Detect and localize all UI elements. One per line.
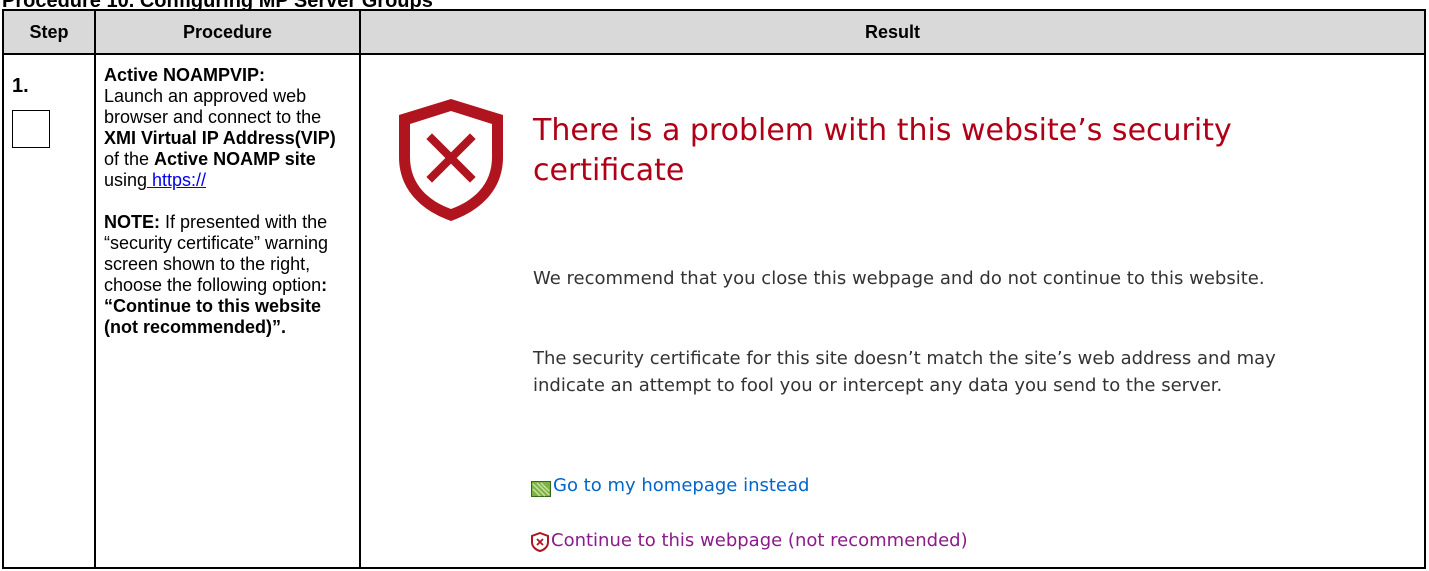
header-result: Result [359, 9, 1426, 55]
shield-x-icon [399, 99, 503, 221]
continue-link[interactable]: Continue to this webpage (not recommende… [531, 530, 968, 552]
step-number: 1. [12, 75, 29, 97]
procedure-cell: Active NOAMPVIP: Launch an approved web … [94, 53, 361, 569]
note-option: “Continue to this website (not recommend… [104, 296, 322, 337]
header-procedure: Procedure [94, 9, 361, 55]
https-link[interactable]: https:// [147, 170, 206, 190]
home-page-icon [531, 481, 551, 497]
procedure-heading: Active NOAMPVIP: [104, 65, 266, 85]
homepage-link-label: Go to my homepage instead [553, 475, 810, 496]
warning-title: There is a problem with this website’s s… [533, 113, 1232, 188]
continue-link-label: Continue to this webpage (not recommende… [551, 530, 968, 551]
result-cell: There is a problem with this website’s s… [359, 53, 1426, 569]
procedure-note: NOTE: If presented with the “security ce… [104, 212, 329, 337]
procedure-instruction: Launch an approved web browser and conne… [104, 86, 336, 190]
step-cell: 1. [2, 53, 96, 569]
table-row: 1. Active NOAMPVIP: Launch an approved w… [2, 53, 1426, 569]
step-checkbox[interactable] [12, 110, 50, 148]
procedure-table: Step Procedure Result 1. Active NOAMPVIP… [2, 9, 1426, 569]
small-shield-x-icon [531, 532, 549, 552]
warning-paragraph-2: The security certificate for this site d… [533, 348, 1276, 396]
header-step: Step [2, 9, 96, 55]
warning-paragraph-1: We recommend that you close this webpage… [533, 268, 1265, 289]
homepage-link[interactable]: Go to my homepage instead [531, 475, 809, 497]
